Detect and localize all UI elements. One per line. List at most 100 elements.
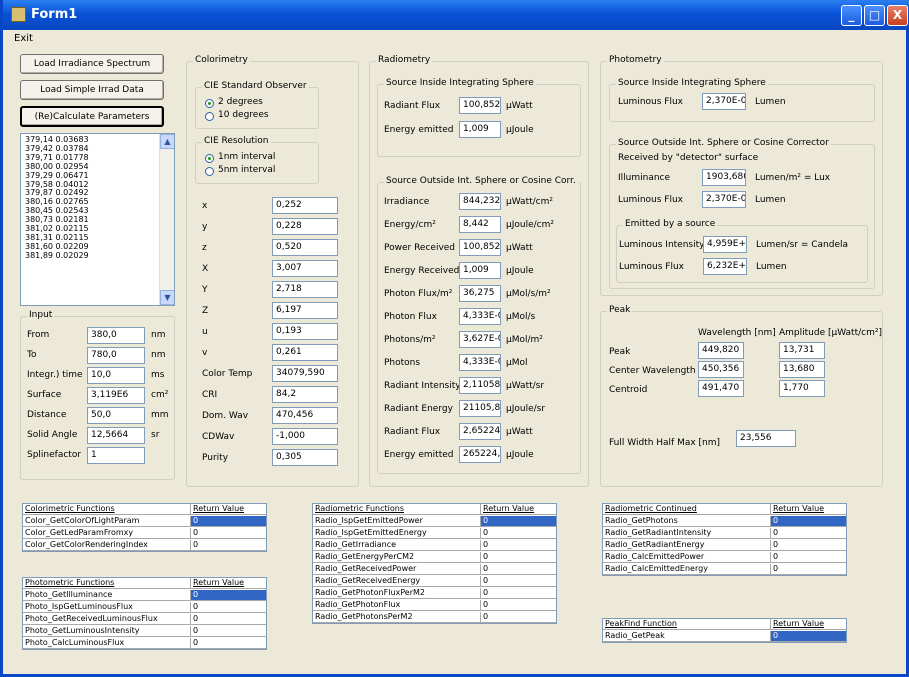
return-value-cell[interactable]: 0 [191, 540, 266, 550]
value-field[interactable]: 36,275 [459, 285, 501, 302]
peak-amplitude-field[interactable]: 13,680 [779, 361, 825, 378]
grid-row[interactable]: Radio_GetRadiantIntensity 0 [603, 528, 846, 539]
colorimetry-field[interactable]: 0,252 [272, 197, 338, 214]
value-field[interactable]: 1903,680 [702, 169, 746, 186]
peak-wavelength-field[interactable]: 491,470 [698, 380, 744, 397]
input-field[interactable]: 1 [87, 447, 145, 464]
function-name-cell[interactable]: Radio_GetEnergyPerCM2 [313, 552, 481, 562]
function-name-cell[interactable]: Radio_GetIrradiance [313, 540, 481, 550]
colorimetry-field[interactable]: 84,2 [272, 386, 338, 403]
peak-wavelength-field[interactable]: 449,820 [698, 342, 744, 359]
return-value-cell[interactable]: 0 [191, 516, 266, 526]
return-value-cell[interactable]: 0 [481, 540, 556, 550]
colorimetry-field[interactable]: 3,007 [272, 260, 338, 277]
grid-row[interactable]: Radio_GetReceivedEnergy 0 [313, 576, 556, 587]
return-value-cell[interactable]: 0 [771, 564, 846, 574]
return-value-cell[interactable]: 0 [481, 612, 556, 622]
grid-row[interactable]: Radio_GetPhotonFluxPerM2 0 [313, 588, 556, 599]
value-field[interactable]: 1,009 [459, 121, 501, 138]
function-name-cell[interactable]: Radio_GetRadiantEnergy [603, 540, 771, 550]
function-name-cell[interactable]: Photo_GetLuminousIntensity [23, 626, 191, 636]
grid-row[interactable]: Radio_GetIrradiance 0 [313, 540, 556, 551]
function-name-cell[interactable]: Radio_GetPhotonFluxPerM2 [313, 588, 481, 598]
menu-exit[interactable]: Exit [14, 33, 33, 44]
close-button[interactable]: X [887, 5, 908, 26]
return-value-cell[interactable]: 0 [191, 626, 266, 636]
input-field[interactable]: 10,0 [87, 367, 145, 384]
return-value-cell[interactable]: 0 [481, 600, 556, 610]
grid-row[interactable]: Radio_GetPhotonsPerM2 0 [313, 612, 556, 623]
function-name-cell[interactable]: Radio_GetReceivedPower [313, 564, 481, 574]
grid-row[interactable]: Photo_GetLuminousIntensity 0 [23, 626, 266, 637]
grid-row[interactable]: Radio_GetPhotons 0 [603, 516, 846, 527]
list-item[interactable]: 381,89 0.02029 [21, 251, 174, 261]
grid-row[interactable]: Radio_GetPhotonFlux 0 [313, 600, 556, 611]
return-value-cell[interactable]: 0 [771, 528, 846, 538]
colorimetry-field[interactable]: 470,456 [272, 407, 338, 424]
peak-wavelength-field[interactable]: 450,356 [698, 361, 744, 378]
value-field[interactable]: 844,232 [459, 193, 501, 210]
return-value-cell[interactable]: 0 [481, 528, 556, 538]
minimize-button[interactable]: _ [841, 5, 862, 26]
value-field[interactable]: 1,009 [459, 262, 501, 279]
grid-row[interactable]: Radio_GetEnergyPerCM2 0 [313, 552, 556, 563]
function-name-cell[interactable]: Radio_GetReceivedEnergy [313, 576, 481, 586]
return-value-cell[interactable]: 0 [191, 638, 266, 648]
grid-row[interactable]: Color_GetColorRenderingIndex 0 [23, 540, 266, 551]
value-field[interactable]: 2,370E-02 [702, 93, 746, 110]
return-value-cell[interactable]: 0 [481, 516, 556, 526]
return-value-cell[interactable]: 0 [481, 576, 556, 586]
input-field[interactable]: 50,0 [87, 407, 145, 424]
peak-amplitude-field[interactable]: 1,770 [779, 380, 825, 397]
function-name-cell[interactable]: Photo_GetIlluminance [23, 590, 191, 600]
load-simple-button[interactable]: Load Simple Irrad Data [20, 80, 164, 100]
grid-row[interactable]: Radio_CalcEmittedPower 0 [603, 552, 846, 563]
resolution-1nm-radio[interactable] [205, 154, 214, 163]
scroll-down-arrow-icon[interactable]: ▼ [160, 290, 174, 305]
input-field[interactable]: 380,0 [87, 327, 145, 344]
grid-row[interactable]: Photo_GetIlluminance 0 [23, 590, 266, 601]
colorimetry-field[interactable]: 0,261 [272, 344, 338, 361]
colorimetry-field[interactable]: 2,718 [272, 281, 338, 298]
input-field[interactable]: 12,5664 [87, 427, 145, 444]
peak-amplitude-field[interactable]: 13,731 [779, 342, 825, 359]
listbox-scrollbar[interactable]: ▲ ▼ [159, 134, 174, 305]
value-field[interactable]: 4,959E+02 [703, 236, 747, 253]
function-name-cell[interactable]: Color_GetLedParamFromxy [23, 528, 191, 538]
return-value-cell[interactable]: 0 [481, 564, 556, 574]
colorimetric-grid[interactable]: Colorimetric Functions Return Value Color_… [22, 503, 267, 552]
value-field[interactable]: 6,232E+03 [703, 258, 747, 275]
grid-row[interactable]: Photo_GetReceivedLuminousFlux 0 [23, 614, 266, 625]
value-field[interactable]: 2,65224E7 [459, 423, 501, 440]
photometric-grid[interactable]: Photometric Functions Return Value Photo_G… [22, 577, 267, 650]
function-name-cell[interactable]: Photo_IspGetLuminousFlux [23, 602, 191, 612]
value-field[interactable]: 2,370E-02 [702, 191, 746, 208]
return-value-cell[interactable]: 0 [191, 528, 266, 538]
grid-row[interactable]: Radio_IspGetEmittedEnergy 0 [313, 528, 556, 539]
function-name-cell[interactable]: Radio_GetPhotonsPerM2 [313, 612, 481, 622]
value-field[interactable]: 100,852 [459, 97, 501, 114]
grid-row[interactable]: Color_GetColorOfLightParam 0 [23, 516, 266, 527]
function-name-cell[interactable]: Radio_CalcEmittedPower [603, 552, 771, 562]
resolution-5nm-radio[interactable] [205, 167, 214, 176]
value-field[interactable]: 2,11058E6 [459, 377, 501, 394]
return-value-cell[interactable]: 0 [191, 590, 266, 600]
grid-row[interactable]: Radio_GetRadiantEnergy 0 [603, 540, 846, 551]
function-name-cell[interactable]: Photo_CalcLuminousFlux [23, 638, 191, 648]
function-name-cell[interactable]: Photo_GetReceivedLuminousFlux [23, 614, 191, 624]
return-value-cell[interactable]: 0 [481, 588, 556, 598]
grid-row[interactable]: Radio_CalcEmittedEnergy 0 [603, 564, 846, 575]
function-name-cell[interactable]: Color_GetColorRenderingIndex [23, 540, 191, 550]
input-field[interactable]: 780,0 [87, 347, 145, 364]
function-name-cell[interactable]: Radio_GetPeak [603, 631, 771, 641]
peakfind-grid[interactable]: PeakFind Function Return Value Radio_GetPe… [602, 618, 847, 643]
maximize-button[interactable]: □ [864, 5, 885, 26]
colorimetry-field[interactable]: 6,197 [272, 302, 338, 319]
colorimetry-field[interactable]: 0,520 [272, 239, 338, 256]
value-field[interactable]: 3,627E-01 [459, 331, 501, 348]
return-value-cell[interactable]: 0 [481, 552, 556, 562]
grid-row[interactable]: Photo_CalcLuminousFlux 0 [23, 638, 266, 649]
function-name-cell[interactable]: Radio_GetPhotonFlux [313, 600, 481, 610]
radiometric-grid[interactable]: Radiometric Functions Return Value Radio_I… [312, 503, 557, 624]
return-value-cell[interactable]: 0 [771, 552, 846, 562]
